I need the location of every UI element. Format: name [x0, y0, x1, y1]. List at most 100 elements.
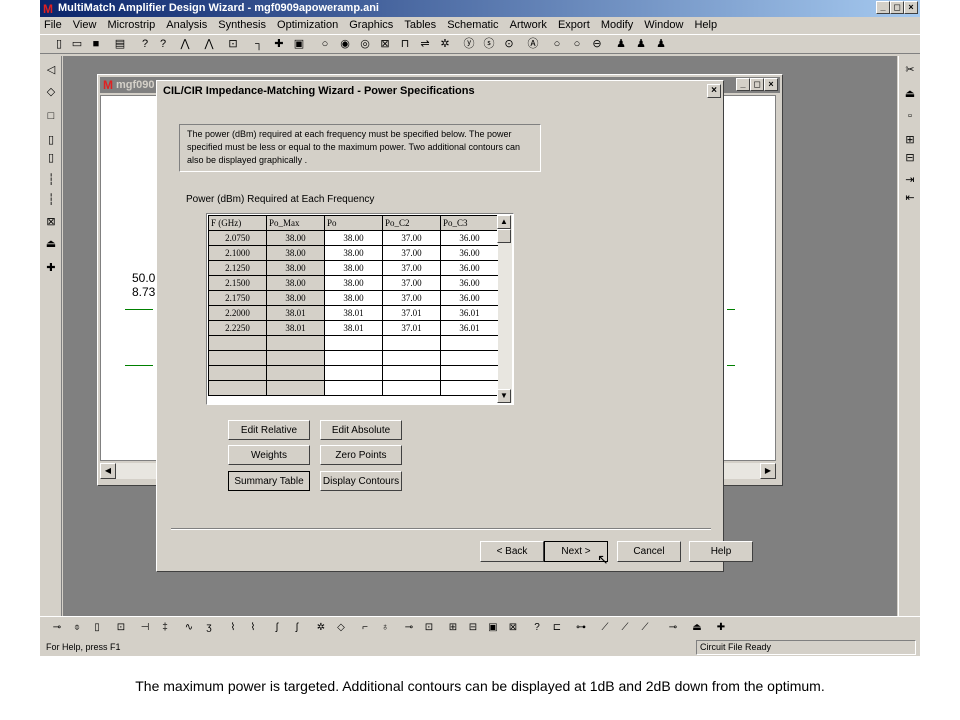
component-icon[interactable]: ♁	[378, 621, 392, 635]
maximize-button[interactable]: ◻	[890, 1, 904, 14]
po-c3-cell[interactable]: 36.01	[440, 305, 499, 321]
wire-icon[interactable]: ┐	[252, 37, 266, 51]
cross-icon[interactable]: ✚	[272, 37, 286, 51]
box-icon[interactable]: ▣	[292, 37, 306, 51]
new-file-icon[interactable]: ▯	[52, 37, 66, 51]
po-c2-cell[interactable]: 37.01	[382, 320, 441, 336]
power-table[interactable]: F (GHz) Po_Max Po Po_C2 Po_C3 2.0750 38.0…	[208, 215, 499, 396]
back-button[interactable]: < Back	[480, 541, 544, 562]
po-cell[interactable]: 38.00	[324, 260, 383, 276]
add-element-icon[interactable]: ⊞	[902, 132, 918, 148]
port-right-icon[interactable]: ◇	[43, 84, 59, 100]
zoom-in-icon[interactable]: ⋀	[178, 37, 192, 51]
po-c2-cell[interactable]	[382, 350, 441, 366]
s-icon[interactable]: ⓢ	[482, 37, 496, 51]
square-icon[interactable]: □	[43, 108, 59, 124]
po-c2-cell[interactable]	[382, 365, 441, 381]
ground-icon[interactable]: ⏏	[43, 236, 59, 252]
dot-icon[interactable]: ⊙	[502, 37, 516, 51]
help-icon[interactable]: ?	[138, 37, 152, 51]
help-button[interactable]: Help	[689, 541, 753, 562]
po-c3-cell[interactable]	[440, 350, 499, 366]
move-right-icon[interactable]: ⇥	[902, 172, 918, 188]
po-cell[interactable]: 38.01	[324, 320, 383, 336]
component-icon[interactable]: ⌽	[70, 621, 84, 635]
component-icon[interactable]: ⟋	[638, 621, 652, 635]
menu-window[interactable]: Window	[640, 17, 687, 33]
zoom-out-icon[interactable]: ⋀	[202, 37, 216, 51]
save-icon[interactable]: ■	[89, 37, 103, 51]
ring-icon[interactable]: ◎	[358, 37, 372, 51]
menu-help[interactable]: Help	[690, 17, 721, 33]
edit-absolute-button[interactable]: Edit Absolute	[320, 420, 402, 440]
po-c2-cell[interactable]	[382, 335, 441, 351]
menu-file[interactable]: File	[40, 17, 66, 33]
component-icon[interactable]: ‡	[158, 621, 172, 635]
remove-element-icon[interactable]: ⊟	[902, 150, 918, 166]
po-c2-cell[interactable]: 37.00	[382, 260, 441, 276]
component-icon[interactable]: ⊏	[550, 621, 564, 635]
component-icon[interactable]: ⟋	[618, 621, 632, 635]
summary-table-button[interactable]: Summary Table	[228, 471, 310, 491]
move-left-icon[interactable]: ⇤	[902, 190, 918, 206]
po-c3-cell[interactable]: 36.00	[440, 260, 499, 276]
cancel-button[interactable]: Cancel	[617, 541, 681, 562]
menu-optimization[interactable]: Optimization	[273, 17, 342, 33]
component-icon[interactable]: ʃ	[290, 621, 304, 635]
target-icon[interactable]: ◉	[338, 37, 352, 51]
menu-view[interactable]: View	[69, 17, 101, 33]
po-c2-cell[interactable]: 37.01	[382, 305, 441, 321]
menu-modify[interactable]: Modify	[597, 17, 637, 33]
po-c3-cell[interactable]	[440, 380, 499, 396]
child-minimize-button[interactable]: _	[736, 78, 750, 91]
q-icon[interactable]: ○	[570, 37, 584, 51]
po-c2-cell[interactable]: 37.00	[382, 290, 441, 306]
component-icon[interactable]: ⊸	[666, 621, 680, 635]
menu-export[interactable]: Export	[554, 17, 594, 33]
scroll-right-icon[interactable]: ▶	[760, 463, 776, 479]
po-cell[interactable]: 38.00	[324, 245, 383, 261]
a-icon[interactable]: Ⓐ	[526, 37, 540, 51]
cir-icon[interactable]: ▯	[43, 132, 59, 148]
close-button[interactable]: ×	[904, 1, 918, 14]
plus-icon[interactable]: ✚	[43, 260, 59, 276]
group-icon[interactable]: ♟	[654, 37, 668, 51]
component-icon[interactable]: ⏏	[690, 621, 704, 635]
minus-circle-icon[interactable]: ⊖	[590, 37, 604, 51]
component-icon[interactable]: ⊟	[466, 621, 480, 635]
open-folder-icon[interactable]: ▭	[70, 37, 84, 51]
menu-tables[interactable]: Tables	[400, 17, 440, 33]
port-left-icon[interactable]: ◁	[43, 62, 59, 78]
po-cell[interactable]	[324, 380, 383, 396]
component-icon[interactable]: ⌇	[246, 621, 260, 635]
po-c3-cell[interactable]: 36.00	[440, 275, 499, 291]
po-c3-cell[interactable]: 36.00	[440, 230, 499, 246]
component-icon[interactable]: ◇	[334, 621, 348, 635]
po-c2-cell[interactable]: 37.00	[382, 230, 441, 246]
component-icon[interactable]: ▯	[90, 621, 104, 635]
fit-icon[interactable]: ⊡	[226, 37, 240, 51]
dialog-titlebar[interactable]: CIL/CIR Impedance-Matching Wizard - Powe…	[159, 83, 721, 100]
cil-icon[interactable]: ▯	[43, 150, 59, 166]
component-icon[interactable]: ⌇	[226, 621, 240, 635]
po-cell[interactable]: 38.00	[324, 290, 383, 306]
zero-points-button[interactable]: Zero Points	[320, 445, 402, 465]
po-cell[interactable]: 38.00	[324, 275, 383, 291]
context-help-icon[interactable]: ?	[156, 37, 170, 51]
bracket-icon[interactable]: ⊓	[398, 37, 412, 51]
child-close-button[interactable]: ×	[764, 78, 778, 91]
minimize-button[interactable]: _	[876, 1, 890, 14]
scroll-up-icon[interactable]: ▲	[497, 215, 511, 229]
gear-icon[interactable]: ✲	[438, 37, 452, 51]
component-icon[interactable]: ⊸	[402, 621, 416, 635]
element-icon[interactable]: ▫	[902, 108, 918, 124]
po-cell[interactable]: 38.00	[324, 230, 383, 246]
edit-relative-button[interactable]: Edit Relative	[228, 420, 310, 440]
display-contours-button[interactable]: Display Contours	[320, 471, 402, 491]
equals-icon[interactable]: ⇌	[418, 37, 432, 51]
po-c2-cell[interactable]	[382, 380, 441, 396]
menu-graphics[interactable]: Graphics	[345, 17, 397, 33]
o-icon[interactable]: ○	[550, 37, 564, 51]
component-icon[interactable]: ✚	[714, 621, 728, 635]
component-icon[interactable]: ⊞	[446, 621, 460, 635]
